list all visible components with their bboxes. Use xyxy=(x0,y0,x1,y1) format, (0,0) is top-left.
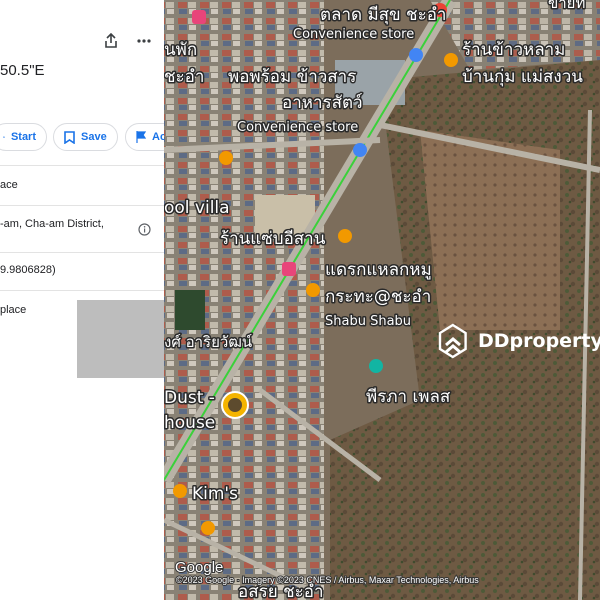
label-ariyawat: งศ์ อาริยวัฒน์ xyxy=(164,333,252,351)
place-type-row: ace xyxy=(0,179,18,191)
coordinates-text: 50.5"E xyxy=(0,62,45,79)
label-shabu: Shabu Shabu xyxy=(325,314,411,329)
plus-code-row[interactable]: 9.9806828) xyxy=(0,264,164,276)
info-icon[interactable] xyxy=(133,218,155,240)
label-convenience-1: Convenience store xyxy=(293,27,414,42)
label-dust-house-2: house xyxy=(164,413,215,433)
pin-restaurant-5[interactable] xyxy=(173,484,187,498)
label-isan-shop: ร้านแซ่บอีสาน xyxy=(220,229,326,249)
label-pool-villa: ool villa xyxy=(164,198,230,218)
start-label: Start xyxy=(10,131,36,143)
save-button[interactable]: Save xyxy=(53,123,118,151)
address-row[interactable]: -am, Cha-am District, xyxy=(0,218,130,230)
label-dust-house-1: Dust - xyxy=(164,388,215,408)
pin-restaurant-4[interactable] xyxy=(306,283,320,297)
watermark-text: DDproperty xyxy=(478,330,600,352)
flag-icon xyxy=(136,131,146,143)
label-convenience-2: Convenience store xyxy=(237,120,358,135)
more-vertical-icon[interactable] xyxy=(133,30,155,52)
label-kratha: กระทะ@ชะอำ xyxy=(325,287,431,307)
save-label: Save xyxy=(81,131,107,143)
pin-selected-place[interactable] xyxy=(221,391,249,419)
pin-convenience-2[interactable] xyxy=(353,143,367,157)
label-top-right: ขายท xyxy=(548,0,585,12)
divider xyxy=(0,205,164,206)
label-porprom: พอพร้อม ข้าวสาร xyxy=(228,67,356,87)
pin-restaurant-6[interactable] xyxy=(201,521,215,535)
pin-shopping-1[interactable] xyxy=(192,10,206,24)
label-kims: Kim's xyxy=(192,484,238,504)
pin-hotel[interactable] xyxy=(369,359,383,373)
label-pork-restaurant: แดรกแหลกหมู xyxy=(325,260,432,280)
place-details-panel: 50.5"E Start Save Ac ace -am, Cha-am Dis… xyxy=(0,0,164,600)
label-market: ตลาด มีสุข ชะอำ xyxy=(320,5,446,25)
label-ban-kum: บ้านกุ่ม แม่สงวน xyxy=(462,67,583,87)
label-cha-am: ชะอำ xyxy=(164,67,204,87)
label-rice-shop: ร้านข้าวหลาม xyxy=(462,40,565,60)
divider xyxy=(0,165,164,166)
pin-restaurant-3[interactable] xyxy=(338,229,352,243)
google-logo: Google xyxy=(175,559,223,576)
start-button[interactable]: Start xyxy=(0,123,47,151)
pin-restaurant-1[interactable] xyxy=(444,53,458,67)
pond xyxy=(175,290,205,330)
pin-restaurant-2[interactable] xyxy=(219,151,233,165)
action-label: Ac xyxy=(152,131,164,143)
action-button[interactable]: Ac xyxy=(125,123,164,151)
navigation-arrow-icon xyxy=(3,136,5,138)
label-nphak: นพัก xyxy=(164,40,197,60)
image-placeholder xyxy=(77,300,164,378)
map-attribution: ©2023 Google · Imagery ©2023 CNES / Airb… xyxy=(176,575,479,585)
label-peerapa-place: พีรภา เพลส xyxy=(366,387,451,407)
label-animal-feed: อาหารสัตว์ xyxy=(282,93,363,113)
share-icon[interactable] xyxy=(100,30,122,52)
divider xyxy=(0,252,164,253)
pin-convenience-1[interactable] xyxy=(409,48,423,62)
divider xyxy=(0,290,164,291)
pin-shopping-2[interactable] xyxy=(282,262,296,276)
bookmark-icon xyxy=(64,130,75,144)
